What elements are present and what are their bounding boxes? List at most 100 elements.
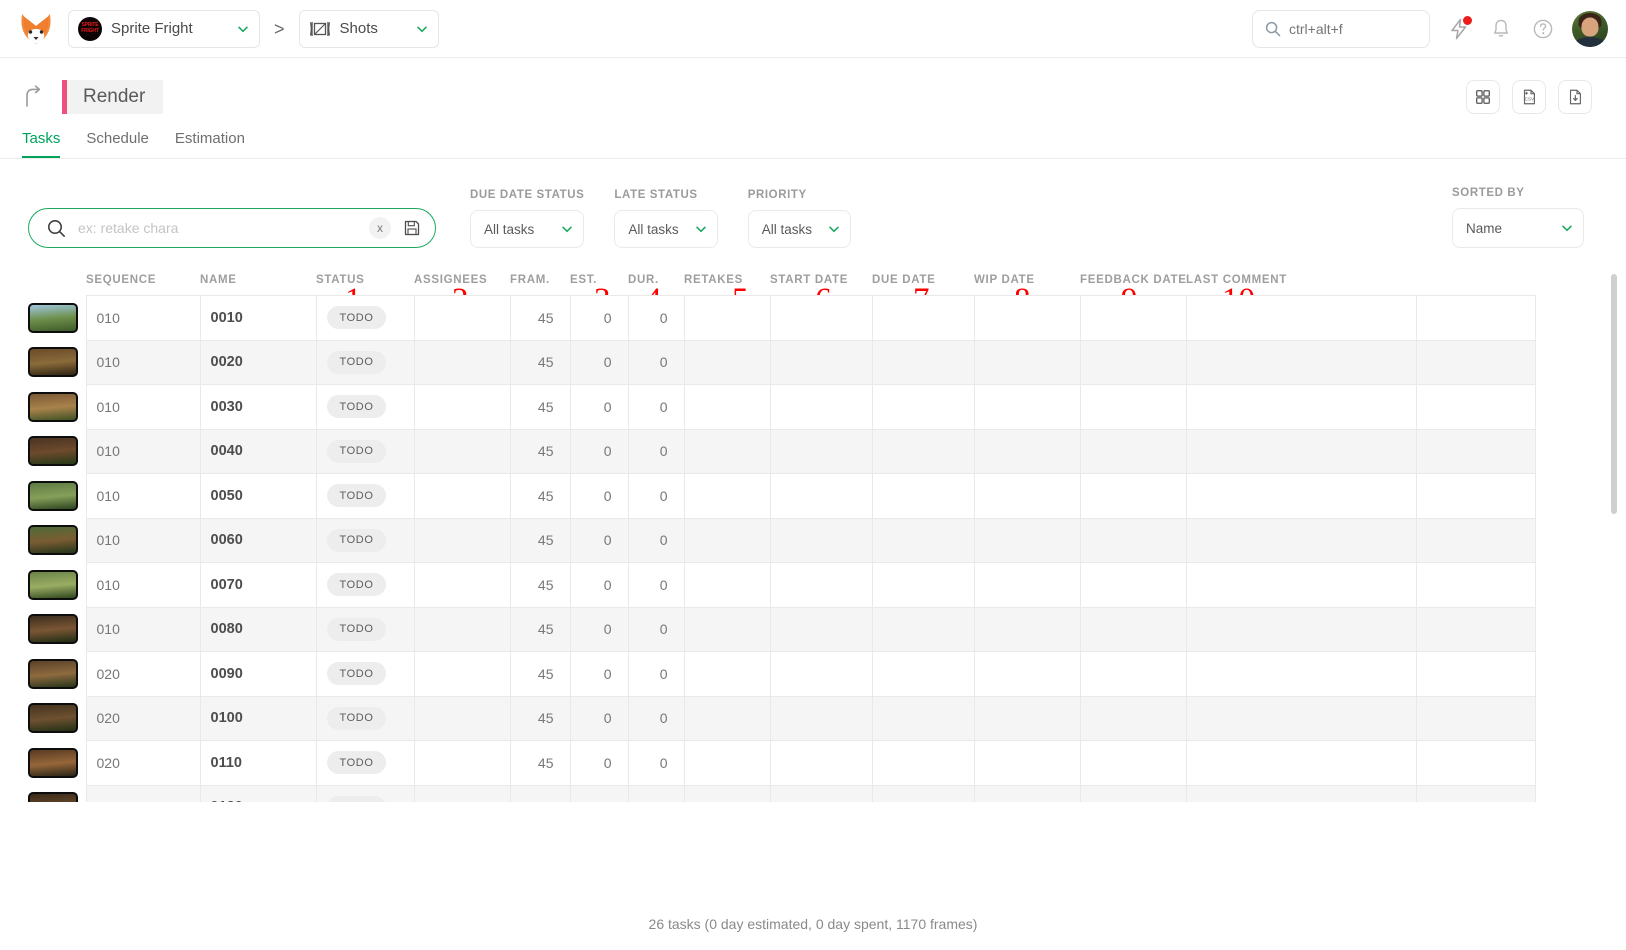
cell-status[interactable]: TODO (315, 428, 415, 474)
shot-thumbnail[interactable] (28, 614, 78, 645)
cell-last-comment[interactable] (1185, 606, 1417, 652)
shortcuts-button[interactable] (1446, 14, 1473, 42)
cell-feedback-date[interactable] (1079, 606, 1187, 652)
cell-wip-date[interactable] (973, 740, 1081, 786)
shot-thumbnail[interactable] (28, 347, 78, 378)
project-selector[interactable]: Sprite Fright (68, 9, 260, 48)
cell-wip-date[interactable] (973, 517, 1081, 563)
cell-last-comment[interactable] (1185, 651, 1417, 697)
cell-retakes[interactable] (683, 562, 771, 608)
row-thumbnail-cell[interactable] (0, 473, 86, 518)
cell-start-date[interactable] (769, 339, 873, 385)
th-assignees[interactable]: ASSIGNEES (414, 274, 510, 296)
cell-dur[interactable]: 0 (627, 384, 685, 430)
cell-dur[interactable]: 0 (627, 695, 685, 741)
cell-frames[interactable]: 45 (509, 651, 571, 697)
cell-est[interactable]: 0 (569, 339, 629, 385)
due-date-status-select[interactable]: All tasks (470, 210, 585, 248)
cell-due-date[interactable] (871, 384, 975, 430)
cell-last-comment[interactable] (1185, 473, 1417, 519)
shot-thumbnail[interactable] (28, 391, 78, 422)
cell-assignees[interactable] (413, 740, 511, 786)
shot-thumbnail[interactable] (28, 747, 78, 778)
cell-wip-date[interactable] (973, 339, 1081, 385)
row-thumbnail-cell[interactable] (0, 562, 86, 607)
cell-feedback-date[interactable] (1079, 695, 1187, 741)
cell-feedback-date[interactable] (1079, 562, 1187, 608)
status-badge[interactable]: TODO (326, 617, 387, 641)
cell-spacer[interactable] (1415, 517, 1536, 563)
cell-start-date[interactable] (769, 473, 873, 519)
cell-dur[interactable]: 0 (627, 562, 685, 608)
cell-est[interactable]: 0 (569, 384, 629, 430)
cell-wip-date[interactable] (973, 651, 1081, 697)
global-search-input[interactable] (1289, 20, 1417, 37)
cell-start-date[interactable] (769, 562, 873, 608)
cell-start-date[interactable] (769, 695, 873, 741)
th-feedback-date[interactable]: FEEDBACK DATE (1080, 274, 1186, 296)
cell-retakes[interactable] (683, 784, 771, 802)
cell-feedback-date[interactable] (1079, 428, 1187, 474)
cell-retakes[interactable] (683, 740, 771, 786)
cell-spacer[interactable] (1415, 784, 1536, 802)
shot-thumbnail[interactable] (28, 525, 78, 556)
cell-last-comment[interactable] (1185, 695, 1417, 741)
shot-thumbnail[interactable] (28, 703, 78, 734)
cell-status[interactable]: TODO (315, 473, 415, 519)
cell-est[interactable]: 0 (569, 295, 629, 341)
help-button[interactable] (1530, 16, 1556, 42)
notifications-button[interactable] (1488, 16, 1514, 42)
row-thumbnail-cell[interactable] (0, 740, 86, 785)
save-disk-icon[interactable] (403, 219, 421, 237)
cell-last-comment[interactable] (1185, 339, 1417, 385)
cell-est[interactable]: 0 (569, 517, 629, 563)
th-start-date[interactable]: START DATE (770, 274, 872, 296)
cell-frames[interactable]: 45 (509, 339, 571, 385)
sorted-by-select[interactable]: Name (1452, 208, 1584, 248)
export-csv-button[interactable] (1558, 80, 1592, 114)
cell-assignees[interactable] (413, 695, 511, 741)
cell-start-date[interactable] (769, 428, 873, 474)
table-row[interactable]: 010 0030 TODO 45 0 0 (0, 384, 1536, 430)
cell-feedback-date[interactable] (1079, 295, 1187, 341)
cell-spacer[interactable] (1415, 384, 1536, 430)
cell-frames[interactable]: 45 (509, 428, 571, 474)
cell-dur[interactable]: 0 (627, 339, 685, 385)
th-status[interactable]: STATUS (316, 274, 414, 296)
cell-spacer[interactable] (1415, 651, 1536, 697)
table-row[interactable]: 010 0050 TODO 45 0 0 (0, 473, 1536, 519)
th-retakes[interactable]: RETAKES (684, 274, 770, 296)
cell-due-date[interactable] (871, 784, 975, 802)
cell-dur[interactable]: 0 (627, 606, 685, 652)
cell-assignees[interactable] (413, 384, 511, 430)
cell-retakes[interactable] (683, 384, 771, 430)
cell-start-date[interactable] (769, 740, 873, 786)
cell-start-date[interactable] (769, 517, 873, 563)
cell-est[interactable]: 0 (569, 784, 629, 802)
cell-sequence[interactable]: 010 (85, 384, 201, 430)
row-thumbnail-cell[interactable] (0, 607, 86, 652)
cell-status[interactable]: TODO (315, 517, 415, 563)
table-row[interactable]: 020 0090 TODO 45 0 0 (0, 651, 1536, 697)
tab-tasks[interactable]: Tasks (22, 130, 61, 158)
cell-feedback-date[interactable] (1079, 517, 1187, 563)
cell-sequence[interactable]: 010 (85, 339, 201, 385)
shot-thumbnail[interactable] (28, 302, 78, 333)
th-last-comment[interactable]: LAST COMMENT (1186, 274, 1416, 296)
status-badge[interactable]: TODO (326, 350, 387, 374)
cell-status[interactable]: TODO (315, 384, 415, 430)
cell-assignees[interactable] (413, 517, 511, 563)
cell-assignees[interactable] (413, 428, 511, 474)
cell-status[interactable]: TODO (315, 740, 415, 786)
cell-frames[interactable]: 45 (509, 473, 571, 519)
cell-spacer[interactable] (1415, 562, 1536, 608)
cell-dur[interactable]: 0 (627, 651, 685, 697)
cell-retakes[interactable] (683, 695, 771, 741)
cell-sequence[interactable]: 010 (85, 606, 201, 652)
row-thumbnail-cell[interactable] (0, 429, 86, 474)
cell-name[interactable]: 0030 (199, 384, 317, 430)
th-est[interactable]: EST. (570, 274, 628, 296)
shot-thumbnail[interactable] (28, 480, 78, 511)
cell-est[interactable]: 0 (569, 428, 629, 474)
status-badge[interactable]: TODO (326, 306, 387, 330)
